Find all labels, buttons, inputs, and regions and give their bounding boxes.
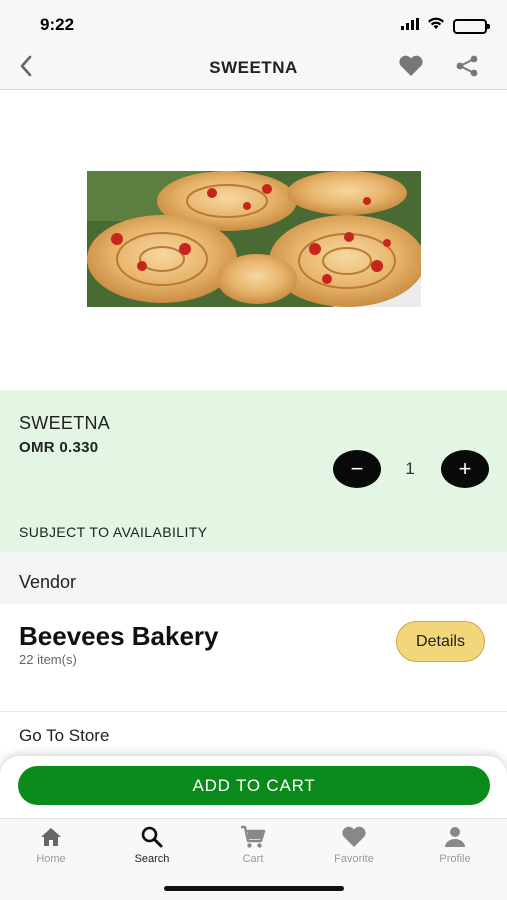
vendor-item-count: 22 item(s) <box>19 652 77 667</box>
status-bar: 9:22 <box>0 0 507 46</box>
product-price: OMR 0.330 <box>19 439 99 456</box>
tab-cart-label: Cart <box>242 853 264 865</box>
vendor-card: Beevees Bakery 22 item(s) Details <box>0 604 507 712</box>
decrease-quantity-button[interactable]: − <box>333 450 381 488</box>
product-info-panel: SWEETNA OMR 0.330 − 1 + SUBJECT TO AVAIL… <box>0 390 507 552</box>
home-indicator <box>164 886 344 891</box>
heart-icon <box>341 825 367 849</box>
add-to-cart-bar: ADD TO CART <box>0 756 507 818</box>
status-icons <box>401 17 490 35</box>
page-title: SWEETNA <box>209 58 298 77</box>
vendor-header-label: Vendor <box>19 572 77 592</box>
tab-home-label: Home <box>36 853 66 865</box>
vendor-name: Beevees Bakery <box>19 621 219 651</box>
tab-search[interactable]: Search <box>112 825 192 869</box>
go-to-store-label: Go To Store <box>19 726 110 745</box>
vendor-details-button[interactable]: Details <box>396 621 485 662</box>
tab-home[interactable]: Home <box>11 825 91 869</box>
tab-profile-label: Profile <box>439 853 471 865</box>
plus-icon: + <box>458 456 472 481</box>
tab-favorite[interactable]: Favorite <box>314 825 394 869</box>
go-to-store-link[interactable]: Go To Store <box>0 713 507 761</box>
person-icon <box>442 825 468 849</box>
availability-note: SUBJECT TO AVAILABILITY <box>19 524 208 540</box>
vendor-section-header: Vendor <box>0 552 507 604</box>
share-button[interactable] <box>453 54 481 82</box>
minus-icon: − <box>350 456 364 481</box>
share-icon <box>455 55 479 82</box>
nav-bar: SWEETNA <box>0 46 507 90</box>
home-icon <box>38 825 64 849</box>
wifi-icon <box>427 17 445 35</box>
tab-profile[interactable]: Profile <box>415 825 495 869</box>
product-name: SWEETNA <box>19 413 111 433</box>
status-time: 9:22 <box>40 15 75 34</box>
search-icon <box>139 825 165 849</box>
heart-icon <box>398 55 424 82</box>
quantity-value: 1 <box>405 459 415 478</box>
increase-quantity-button[interactable]: + <box>441 450 489 488</box>
add-to-cart-button[interactable]: ADD TO CART <box>18 766 490 805</box>
product-image-area <box>0 91 507 390</box>
tab-cart[interactable]: Cart <box>213 825 293 869</box>
tab-favorite-label: Favorite <box>334 853 374 865</box>
cart-icon <box>240 825 266 849</box>
battery-icon <box>453 18 490 34</box>
favorite-button[interactable] <box>397 54 425 82</box>
signal-icon <box>401 17 419 35</box>
tab-search-label: Search <box>134 853 170 865</box>
product-image <box>87 171 421 307</box>
